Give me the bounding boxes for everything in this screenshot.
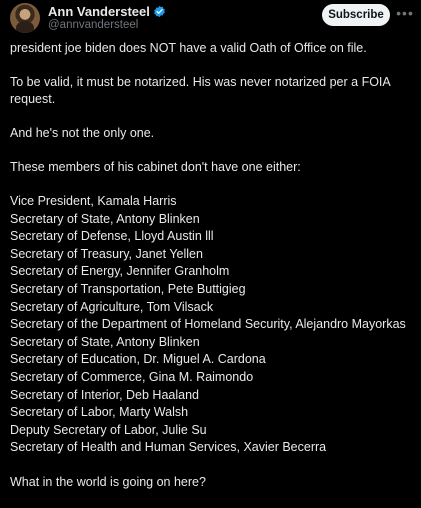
- post-paragraph: These members of his cabinet don't have …: [10, 160, 301, 174]
- list-item: Secretary of Agriculture, Tom Vilsack: [10, 299, 214, 314]
- list-item: Secretary of Commerce, Gina M. Raimondo: [10, 369, 254, 384]
- list-item: Secretary of Defense, Lloyd Austin lll: [10, 229, 214, 244]
- post-header: Ann Vandersteel @annvandersteel Subscrib…: [0, 0, 421, 36]
- list-item: Secretary of State, Antony Blinken: [10, 334, 200, 349]
- list-item: Secretary of Transportation, Pete Buttig…: [10, 281, 246, 296]
- list-item: Secretary of State, Antony Blinken: [10, 211, 200, 226]
- author-display-name[interactable]: Ann Vandersteel: [48, 4, 150, 19]
- list-item: Secretary of Interior, Deb Haaland: [10, 387, 199, 402]
- list-item: Secretary of Labor, Marty Walsh: [10, 405, 189, 420]
- post-paragraph: And he's not the only one.: [10, 126, 155, 140]
- post-paragraph: president joe biden does NOT have a vali…: [10, 41, 367, 55]
- post-closing: What in the world is going on here?: [10, 474, 206, 489]
- list-item: Secretary of Health and Human Services, …: [10, 440, 327, 455]
- author-handle[interactable]: @annvandersteel: [48, 19, 138, 31]
- list-item: Secretary of Education, Dr. Miguel A. Ca…: [10, 352, 266, 367]
- verified-badge-icon: [153, 5, 166, 18]
- list-item: Secretary of Treasury, Janet Yellen: [10, 246, 203, 261]
- subscribe-button[interactable]: Subscribe: [322, 4, 390, 26]
- author-name-row: Ann Vandersteel: [48, 3, 166, 19]
- list-item: Secretary of the Department of Homeland …: [10, 317, 406, 332]
- post-body: president joe biden does NOT have a vali…: [10, 40, 415, 508]
- list-item: Deputy Secretary of Labor, Julie Su: [10, 422, 207, 437]
- post-paragraph: To be valid, it must be notarized. His w…: [10, 75, 391, 106]
- cabinet-list: Vice President, Kamala Harris Secretary …: [10, 193, 415, 457]
- more-options-icon[interactable]: •••: [396, 6, 414, 22]
- list-item: Vice President, Kamala Harris: [10, 194, 177, 208]
- list-item: Secretary of Energy, Jennifer Granholm: [10, 264, 230, 279]
- avatar[interactable]: [10, 3, 40, 33]
- post-card: Ann Vandersteel @annvandersteel Subscrib…: [0, 0, 421, 500]
